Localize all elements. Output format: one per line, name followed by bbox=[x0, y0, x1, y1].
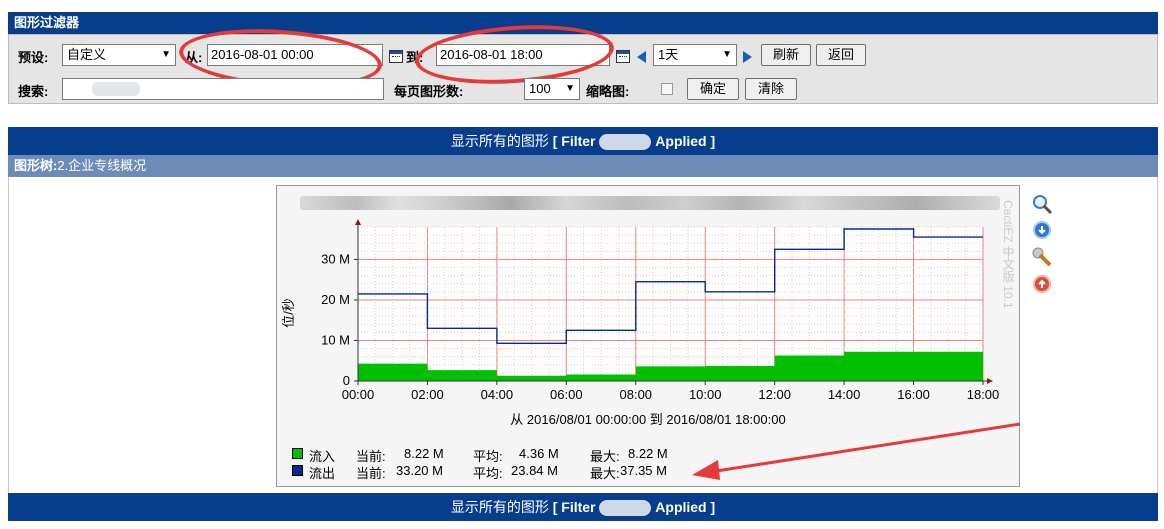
back-button[interactable]: 返回 bbox=[816, 44, 866, 66]
legend-out-avg: 23.84 M bbox=[511, 463, 558, 478]
confirm-button[interactable]: 确定 bbox=[687, 78, 739, 100]
graph-legend: 流入 当前: 8.22 M 平均: 4.36 M 最大: 8.22 M 流出 当… bbox=[292, 446, 712, 481]
shift-right-icon[interactable] bbox=[743, 51, 752, 63]
x-tick-label: 16:00 bbox=[897, 387, 930, 402]
per-page-label: 每页图形数: bbox=[394, 84, 464, 99]
graph-title-redacted bbox=[300, 196, 1000, 212]
legend-out-current-label: 当前: bbox=[356, 466, 386, 481]
filter-suffix-bottom: Applied ] bbox=[655, 499, 716, 515]
per-page-select[interactable]: 100 ▼ bbox=[524, 78, 580, 100]
refresh-button[interactable]: 刷新 bbox=[761, 44, 811, 66]
show-all-link-bottom[interactable]: 显示所有的图形 bbox=[451, 499, 549, 515]
preset-value: 自定义 bbox=[67, 47, 107, 62]
x-tick-label: 08:00 bbox=[620, 387, 653, 402]
redacted-search-text bbox=[92, 82, 140, 96]
legend-swatch-out bbox=[292, 465, 303, 476]
preset-select[interactable]: 自定义 ▼ bbox=[62, 44, 176, 66]
show-all-bar-bottom: 显示所有的图形 [ Filter Applied ] bbox=[8, 493, 1158, 521]
legend-out-current: 33.20 M bbox=[396, 463, 443, 478]
x-tick-label: 14:00 bbox=[828, 387, 861, 402]
y-tick-label: 20 M bbox=[321, 292, 350, 307]
x-tick-label: 00:00 bbox=[342, 387, 375, 402]
edit-icon[interactable] bbox=[1031, 246, 1053, 268]
per-page-value: 100 bbox=[529, 81, 551, 96]
x-tick-label: 04:00 bbox=[481, 387, 514, 402]
x-tick-label: 18:00 bbox=[967, 387, 1000, 402]
y-axis-label: 位/秒 bbox=[281, 298, 296, 328]
x-tick-label: 12:00 bbox=[758, 387, 791, 402]
delete-icon[interactable] bbox=[1033, 275, 1051, 293]
legend-out-max-label: 最大: bbox=[590, 466, 620, 481]
y-axis-arrow bbox=[355, 219, 361, 225]
download-icon[interactable] bbox=[1033, 221, 1051, 239]
shift-left-icon[interactable] bbox=[637, 51, 646, 63]
filter-prefix-bottom: [ Filter bbox=[552, 499, 596, 515]
clear-button[interactable]: 清除 bbox=[745, 78, 797, 100]
tree-label: 图形树: bbox=[14, 158, 58, 173]
legend-out-name: 流出 bbox=[309, 466, 336, 481]
y-tick-label: 10 M bbox=[321, 332, 350, 347]
preset-label: 预设: bbox=[18, 50, 49, 65]
x-tick-label: 10:00 bbox=[689, 387, 722, 402]
y-tick-labels: 0 10 M 20 M 30 M bbox=[321, 251, 358, 388]
show-all-link[interactable]: 显示所有的图形 bbox=[451, 133, 549, 149]
show-all-bar-top: 显示所有的图形 [ Filter Applied ] bbox=[8, 127, 1158, 155]
legend-out-max: 37.35 M bbox=[620, 463, 667, 478]
traffic-chart: 0 10 M 20 M 30 M 00:00 02:00 04:00 06:00 08:00 1… bbox=[281, 219, 1000, 402]
x-tick-label: 06:00 bbox=[550, 387, 583, 402]
tree-header: 图形树:2.企业专线概况 bbox=[8, 155, 1158, 177]
legend-in-avg: 4.36 M bbox=[519, 446, 559, 461]
y-tick-label: 0 bbox=[343, 373, 350, 388]
filter-prefix: [ Filter bbox=[552, 133, 596, 149]
redacted-filter-text-bottom bbox=[599, 500, 652, 517]
chevron-down-icon: ▼ bbox=[565, 83, 575, 94]
filter-suffix: Applied ] bbox=[655, 133, 716, 149]
x-tick-labels: 00:00 02:00 04:00 06:00 08:00 10:00 12:00 14:00… bbox=[342, 381, 1000, 402]
from-calendar-icon[interactable] bbox=[389, 50, 403, 63]
timespan-value: 1天 bbox=[658, 47, 679, 62]
thumbnail-label: 缩略图: bbox=[586, 84, 630, 99]
to-calendar-icon[interactable] bbox=[616, 50, 630, 63]
y-tick-label: 30 M bbox=[321, 251, 350, 266]
tree-path: 2.企业专线概况 bbox=[57, 158, 147, 173]
redacted-filter-text bbox=[599, 134, 652, 151]
timespan-select[interactable]: 1天 ▼ bbox=[653, 44, 737, 66]
chevron-down-icon: ▼ bbox=[161, 49, 171, 60]
legend-swatch-in bbox=[292, 448, 303, 459]
search-label: 搜索: bbox=[18, 84, 49, 99]
zoom-icon[interactable] bbox=[1032, 194, 1054, 216]
legend-in-max: 8.22 M bbox=[628, 446, 668, 461]
chevron-down-icon: ▼ bbox=[722, 49, 732, 60]
legend-in-current: 8.22 M bbox=[404, 446, 444, 461]
annotation-arrow bbox=[692, 422, 1021, 480]
x-axis-arrow bbox=[987, 378, 993, 384]
legend-out-avg-label: 平均: bbox=[473, 466, 503, 481]
x-tick-label: 02:00 bbox=[411, 387, 444, 402]
thumbnail-checkbox[interactable] bbox=[661, 83, 673, 95]
